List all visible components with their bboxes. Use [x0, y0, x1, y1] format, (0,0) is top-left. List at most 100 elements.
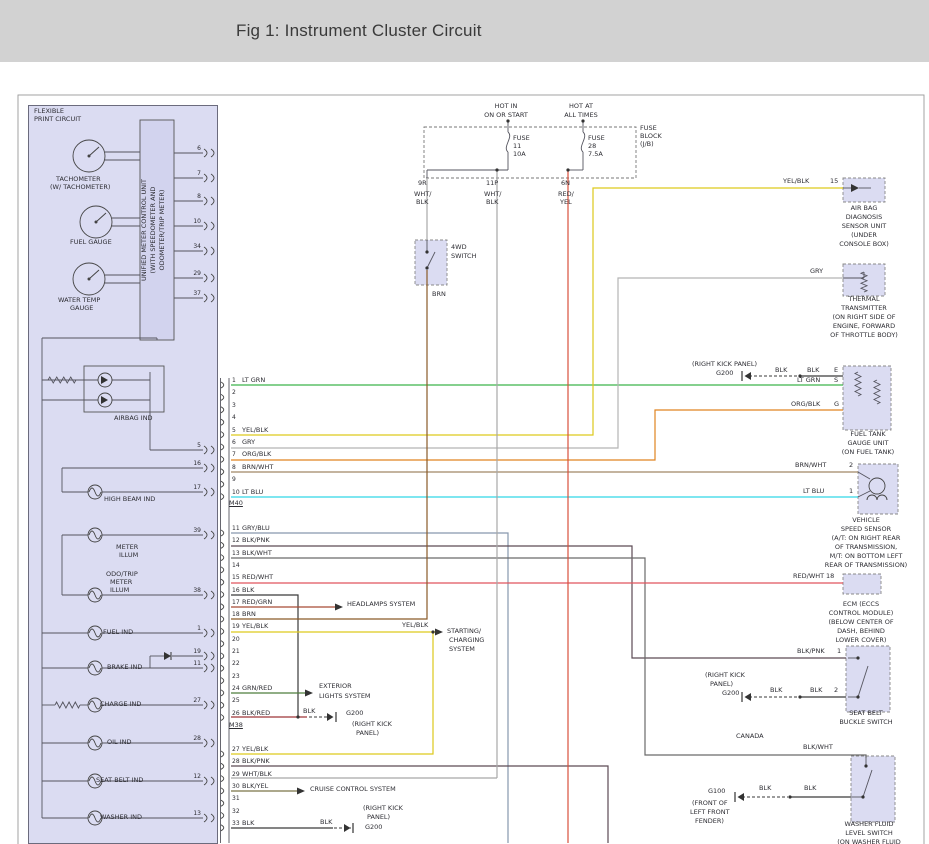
connector-row-number: 10 — [232, 489, 240, 496]
right-washer-f1: (FRONT OF — [692, 800, 728, 807]
right-airbag-name-line: CONSOLE BOX) — [839, 241, 889, 248]
pin-chevron-icon — [204, 174, 207, 182]
connector-row-wire-label: WHT/BLK — [242, 771, 272, 778]
row-chevron-icon — [221, 456, 224, 462]
connector-row-wire-label: BRN/WHT — [242, 464, 273, 471]
right-seatbelt-k2: PANEL) — [710, 681, 733, 688]
pin-chevron-icon — [204, 197, 207, 205]
connector-row-number: 27 — [232, 746, 240, 753]
panel-pin-number: 37 — [186, 290, 201, 297]
row-chevron-icon — [221, 481, 224, 487]
panel-pin-number: 12 — [186, 773, 201, 780]
contact-dot — [856, 656, 859, 659]
panel-pin-number: 5 — [186, 442, 201, 449]
connector-row-wire-label: BLK — [242, 587, 254, 594]
panel-tach_sub: (W/ TACHOMETER) — [50, 184, 110, 191]
right-ecm-name-line: DASH, BEHIND — [837, 628, 885, 635]
right-airbag-name-line: DIAGNOSIS — [846, 214, 882, 221]
right-seatbelt-w1: BLK/PNK — [797, 648, 825, 655]
panel-pin-number: 27 — [186, 697, 201, 704]
pin-chevron-icon — [204, 531, 207, 539]
panel-seat: SEAT BELT IND — [96, 777, 143, 784]
panel-pin-number: 1 — [186, 625, 201, 632]
row-chevron-icon — [221, 555, 224, 561]
row-chevron-icon — [221, 382, 224, 388]
connector-row-number: 18 — [232, 611, 240, 618]
right-washer-blk2: BLK — [804, 785, 816, 792]
panel-pin-number: 34 — [186, 243, 201, 250]
connector-row-wire-label: RED/GRN — [242, 599, 272, 606]
right-vss-name-line: (A/T: ON RIGHT REAR — [832, 535, 901, 542]
fuse-w3-1: YEL — [560, 199, 572, 206]
pin-chevron-icon — [204, 777, 207, 785]
ground-arrow-icon — [745, 372, 752, 380]
fuse-w1-1: BLK — [416, 199, 428, 206]
connector-row-number: 32 — [232, 808, 240, 815]
fuse-f1-0: FUSE — [513, 135, 530, 142]
row-chevron-icon — [221, 653, 224, 659]
grounds-g33-g: G200 — [365, 824, 382, 831]
contact-dot — [425, 250, 428, 253]
connector-m40: M40 — [229, 500, 243, 507]
connector-row-wire-label: BLK/PNK — [242, 537, 270, 544]
pin-chevron-icon — [211, 174, 214, 182]
panel-washer: WASHER IND — [100, 814, 142, 821]
fwd-switch-box — [415, 240, 447, 285]
panel-odo2: METER — [110, 579, 132, 586]
panel-pin-number: 6 — [186, 145, 201, 152]
right-fueltank-ps: S — [834, 377, 838, 384]
right-seatbelt-p1: 1 — [837, 648, 841, 655]
refs-headlamps: HEADLAMPS SYSTEM — [347, 601, 415, 608]
refs-exterior-1: LIGHTS SYSTEM — [319, 693, 371, 700]
pin-chevron-icon — [204, 488, 207, 496]
fuse-f2-2: 7.5A — [588, 151, 603, 158]
right-fueltank-s: LT GRN — [797, 377, 820, 384]
junction-dot — [566, 168, 569, 171]
right-seatbelt-blk1: BLK — [770, 687, 782, 694]
right-ecm-name-line: ECM (ECCS — [843, 601, 879, 608]
connector-row-wire-label: LT BLU — [242, 489, 263, 496]
pin-chevron-icon — [211, 591, 214, 599]
row-chevron-icon — [221, 530, 224, 536]
fuse-t3: 6N — [561, 180, 570, 187]
panel-fuel_ind: FUEL IND — [103, 629, 133, 636]
panel-pin-number: 28 — [186, 735, 201, 742]
pin-chevron-icon — [204, 652, 207, 660]
right-washer-blk1: BLK — [759, 785, 771, 792]
row-chevron-icon — [221, 776, 224, 782]
panel-corner-1: PRINT CIRCUIT — [34, 116, 81, 123]
fuse-hot_at-0: HOT AT — [569, 103, 593, 110]
row-chevron-icon — [221, 813, 224, 819]
sw4wd-l1: 4WD — [451, 244, 467, 251]
connector-row-number: 29 — [232, 771, 240, 778]
right-thermal-name-line: THERMAL — [848, 296, 879, 303]
connector-row-number: 3 — [232, 402, 236, 409]
right-vss-name-line: SPEED SENSOR — [841, 526, 891, 533]
panel-oil: OIL IND — [107, 739, 132, 746]
right-vss-w2: LT BLU — [803, 488, 824, 495]
refs-tap: YEL/BLK — [402, 622, 428, 629]
right-thermal-name-line: OF THROTTLE BODY) — [830, 332, 898, 339]
connector-row-number: 21 — [232, 648, 240, 655]
right-thermal-wire: GRY — [810, 268, 823, 275]
pin-chevron-icon — [204, 629, 207, 637]
connector-row-number: 33 — [232, 820, 240, 827]
fuse-f1-1: 11 — [513, 143, 521, 150]
right-airbag-wire: YEL/BLK — [783, 178, 809, 185]
pin-chevron-icon — [211, 814, 214, 822]
connector-row-number: 11 — [232, 525, 240, 532]
row-chevron-icon — [221, 542, 224, 548]
connector-row-wire-label: LT GRN — [242, 377, 265, 384]
right-fueltank-kick: (RIGHT KICK PANEL) — [692, 361, 757, 368]
right-seatbelt-p2: 2 — [834, 687, 838, 694]
grounds-g26-g: G200 — [346, 710, 363, 717]
right-washer-f2: LEFT FRONT — [690, 809, 730, 816]
fuse-f2-0: FUSE — [588, 135, 605, 142]
connector-row-number: 5 — [232, 427, 236, 434]
pin-chevron-icon — [211, 652, 214, 660]
connector-row-number: 30 — [232, 783, 240, 790]
connector-row-number: 20 — [232, 636, 240, 643]
refs-exterior-0: EXTERIOR — [319, 683, 352, 690]
row-chevron-icon — [221, 567, 224, 573]
pin-chevron-icon — [204, 446, 207, 454]
